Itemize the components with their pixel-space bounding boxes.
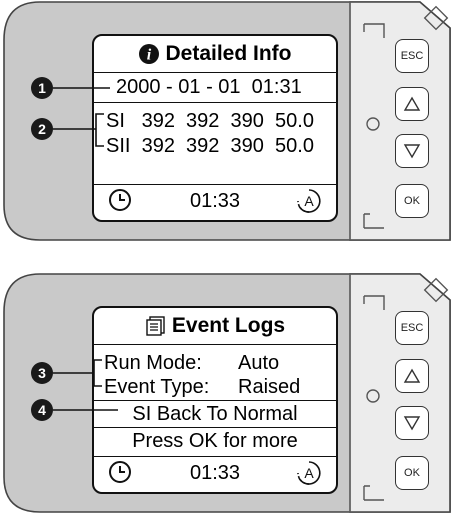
down-button[interactable] bbox=[395, 134, 429, 168]
device-panel-event-logs: Event Logs Run Mode: Auto Event Type: Ra… bbox=[0, 272, 457, 522]
auto-mode-icon: A bbox=[296, 188, 322, 219]
esc-button[interactable]: ESC bbox=[395, 311, 429, 345]
esc-button[interactable]: ESC bbox=[395, 39, 429, 73]
callout-badge: 1 bbox=[31, 77, 53, 99]
callout-badge: 4 bbox=[31, 399, 53, 421]
svg-text:A: A bbox=[304, 193, 314, 209]
title-text: Event Logs bbox=[171, 314, 286, 337]
device-panel-detailed-info: i Detailed Info 2000 - 01 - 01 01:31 SI … bbox=[0, 0, 457, 250]
ok-button[interactable]: OK bbox=[395, 184, 429, 218]
divider bbox=[94, 427, 336, 428]
voltage-row-sii: SII 392 392 390 50.0 bbox=[106, 135, 314, 157]
run-mode-value: Auto bbox=[238, 352, 280, 374]
svg-text:A: A bbox=[304, 465, 314, 481]
lcd-screen: Event Logs Run Mode: Auto Event Type: Ra… bbox=[92, 306, 338, 494]
event-text: SI Back To Normal bbox=[132, 403, 298, 425]
callout-badge: 2 bbox=[31, 118, 53, 140]
callout-badge: 3 bbox=[31, 362, 53, 384]
event-type-label: Event Type: bbox=[104, 376, 210, 398]
info-icon: i bbox=[138, 43, 160, 65]
up-button[interactable] bbox=[395, 87, 429, 121]
divider bbox=[94, 102, 336, 103]
screen-footer: 01:33 A bbox=[94, 182, 336, 220]
datetime-text: 2000 - 01 - 01 01:31 bbox=[116, 76, 302, 98]
down-button[interactable] bbox=[395, 406, 429, 440]
more-text: Press OK for more bbox=[132, 430, 298, 452]
ok-button[interactable]: OK bbox=[395, 456, 429, 490]
screen-title: i Detailed Info bbox=[94, 39, 336, 69]
run-mode-label: Run Mode: bbox=[104, 352, 202, 374]
voltage-row-si: SI 392 392 390 50.0 bbox=[106, 110, 314, 132]
screen-title: Event Logs bbox=[94, 311, 336, 341]
event-type-value: Raised bbox=[238, 376, 301, 398]
title-text: Detailed Info bbox=[165, 42, 292, 65]
divider bbox=[94, 344, 336, 345]
up-arrow-icon bbox=[403, 368, 421, 383]
document-icon bbox=[145, 315, 167, 337]
down-arrow-icon bbox=[403, 416, 421, 431]
auto-mode-icon: A bbox=[296, 460, 322, 491]
up-arrow-icon bbox=[403, 96, 421, 111]
divider bbox=[94, 400, 336, 401]
down-arrow-icon bbox=[403, 144, 421, 159]
up-button[interactable] bbox=[395, 359, 429, 393]
divider bbox=[94, 72, 336, 73]
lcd-screen: i Detailed Info 2000 - 01 - 01 01:31 SI … bbox=[92, 34, 338, 222]
svg-text:i: i bbox=[147, 47, 152, 64]
screen-footer: 01:33 A bbox=[94, 454, 336, 492]
